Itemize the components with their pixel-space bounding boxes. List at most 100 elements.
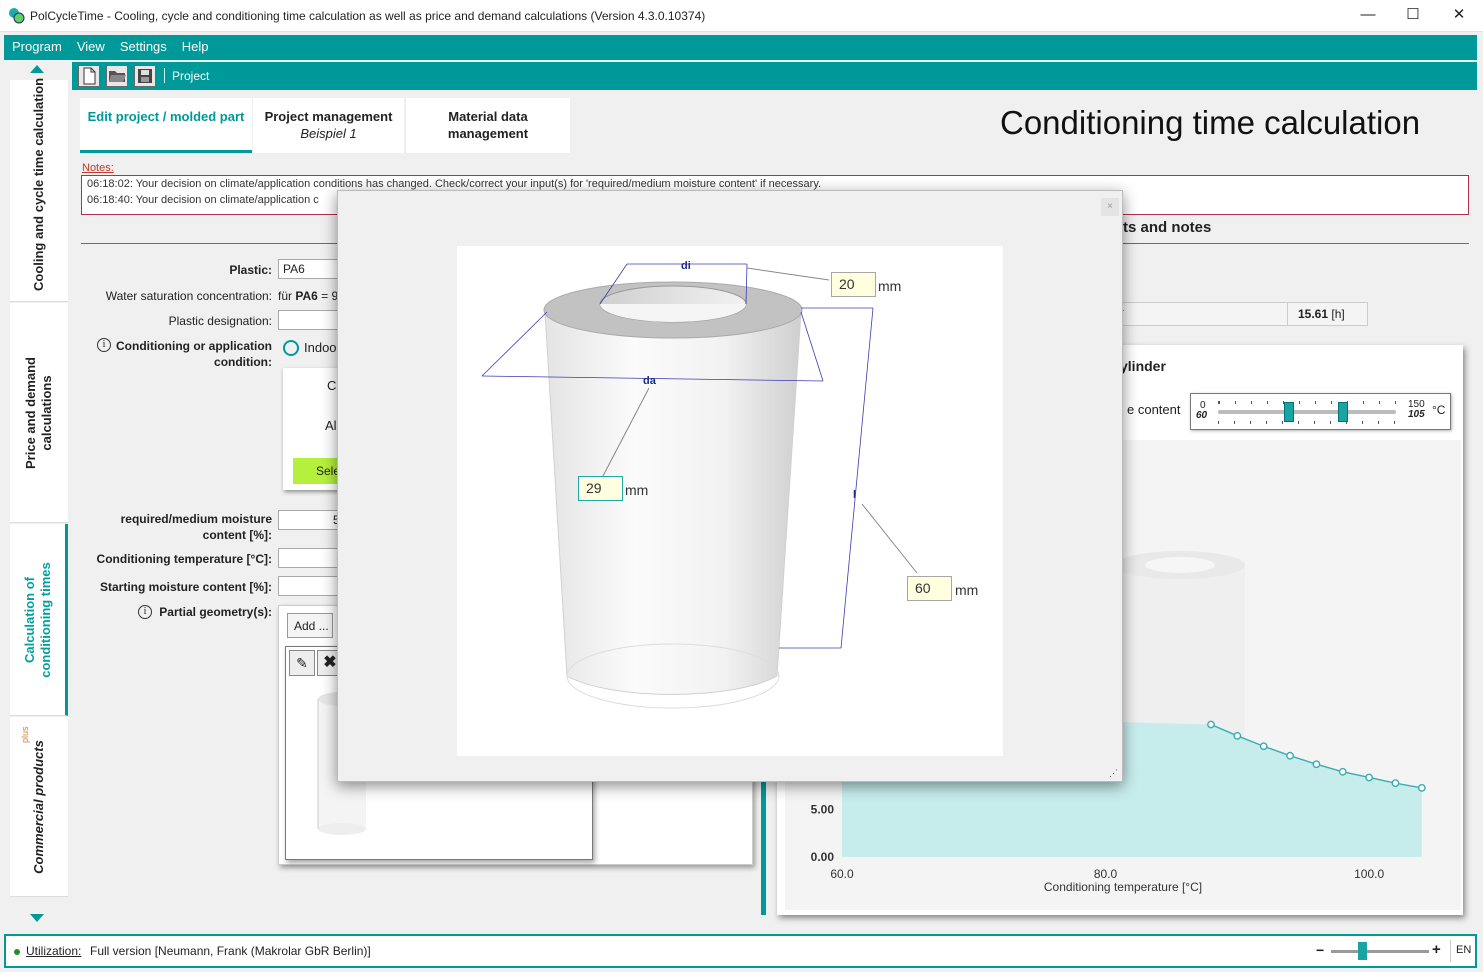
tab-material-data[interactable]: Material data management xyxy=(406,98,570,153)
add-geometry-button[interactable]: Add ... xyxy=(287,613,333,638)
utilization-link[interactable]: Utilization: xyxy=(26,944,81,958)
y-tick-label: 0.00 xyxy=(811,850,835,864)
slider-unit: °C xyxy=(1432,403,1446,417)
menu-help[interactable]: Help xyxy=(174,35,216,54)
zoom-slider-track[interactable] xyxy=(1331,950,1429,953)
dialog-close-icon[interactable]: × xyxy=(1101,198,1119,216)
condition-option-label: Indoo xyxy=(304,340,337,355)
toolbar-separator xyxy=(164,68,165,83)
da-unit: mm xyxy=(625,482,649,498)
slider-thumb-low[interactable] xyxy=(1284,402,1295,422)
nav-tab-price-label: Price and demand calculations xyxy=(23,356,54,469)
open-folder-icon[interactable] xyxy=(106,65,128,87)
di-dimension-label: di xyxy=(681,260,691,272)
geometry-image-area: di da l xyxy=(457,246,1003,756)
scroll-down-arrow-icon[interactable] xyxy=(30,914,44,922)
nav-tab-cooling-label: Cooling and cycle time calculation xyxy=(31,77,46,291)
save-icon[interactable] xyxy=(134,65,156,87)
content-label: e content xyxy=(1127,402,1181,417)
zoom-slider-thumb[interactable] xyxy=(1358,942,1367,960)
moisture-label: required/medium moisture content [%]: xyxy=(120,512,272,542)
chart-data-point xyxy=(1365,773,1374,782)
tab-project-management[interactable]: Project management Beispiel 1 xyxy=(253,98,404,153)
chart-data-point xyxy=(1207,720,1215,729)
di-unit: mm xyxy=(878,278,902,294)
chart-data-point xyxy=(1286,751,1294,760)
l-unit: mm xyxy=(955,582,979,598)
new-file-icon[interactable] xyxy=(78,65,100,87)
chart-data-point xyxy=(1312,760,1321,769)
panel-accent-bar xyxy=(761,780,766,915)
menu-settings[interactable]: Settings xyxy=(112,35,174,54)
nav-tab-cooling[interactable]: Cooling and cycle time calculation xyxy=(10,77,68,302)
zoom-in-icon[interactable]: + xyxy=(1432,941,1441,958)
chart-data-point xyxy=(1417,783,1426,792)
tab-edit-project-label: Edit project / molded part xyxy=(87,109,245,124)
edit-pencil-icon[interactable]: ✎ xyxy=(289,650,315,676)
partial-geometry-label: Partial geometry(s): xyxy=(159,605,272,619)
slider-max-value: 105 xyxy=(1408,409,1425,420)
l-input[interactable]: 60 xyxy=(907,576,952,601)
x-axis-label: Conditioning temperature [°C] xyxy=(1043,880,1203,894)
info-icon[interactable]: i xyxy=(97,338,111,352)
results-title: ts and notes xyxy=(1123,219,1212,236)
slider-thumb-high[interactable] xyxy=(1337,402,1348,422)
nav-tab-commercial-label: Commercial products xyxy=(31,739,46,874)
da-dimension-label: da xyxy=(643,375,657,387)
maximize-button[interactable]: ☐ xyxy=(1390,0,1436,32)
result-row: inder 15.61 [h] xyxy=(1098,302,1368,326)
page-title: Conditioning time calculation xyxy=(1000,104,1421,141)
tab-edit-project[interactable]: Edit project / molded part xyxy=(80,98,252,153)
language-selector[interactable]: EN xyxy=(1456,944,1471,956)
select-button[interactable]: Sele xyxy=(293,458,343,484)
plus-badge: plus xyxy=(20,726,30,743)
status-separator xyxy=(1450,940,1451,962)
nav-tab-commercial[interactable]: Commercial products plus xyxy=(10,717,68,897)
utilization-text: Full version [Neumann, Frank (Makrolar G… xyxy=(90,944,371,958)
l-dimension-label: l xyxy=(853,489,856,501)
chart-panel-title: ylinder xyxy=(1120,358,1166,374)
x-tick-label: 60.0 xyxy=(830,867,854,881)
hollow-cylinder-icon: di da l xyxy=(481,260,918,709)
left-navigation: Cooling and cycle time calculation Price… xyxy=(4,60,68,930)
toolbar: Project xyxy=(72,62,1477,90)
chart-data-point xyxy=(1391,779,1400,788)
plastic-label: Plastic: xyxy=(229,263,272,277)
nav-tab-price[interactable]: Price and demand calculations xyxy=(10,303,68,523)
zoom-out-icon[interactable]: − xyxy=(1316,942,1324,958)
results-divider xyxy=(1098,243,1469,244)
tab-material-data-label: Material data management xyxy=(447,109,529,141)
x-tick-label: 80.0 xyxy=(1094,867,1118,881)
x-tick-label: 100.0 xyxy=(1354,867,1384,881)
temperature-range-slider[interactable]: 0 60 150 105 °C xyxy=(1190,393,1451,430)
app-icon xyxy=(9,8,25,24)
menu-program[interactable]: Program xyxy=(4,35,69,54)
breadcrumb-project[interactable]: Project xyxy=(172,69,209,83)
chart-data-point xyxy=(1259,742,1268,751)
tab-project-management-sub: Beispiel 1 xyxy=(300,126,357,141)
nav-tab-conditioning-label: Calculation of conditioning times xyxy=(21,561,53,678)
menu-bar: Program View Settings Help xyxy=(4,35,1477,60)
info-icon[interactable]: i xyxy=(138,605,152,619)
condition-radio[interactable] xyxy=(283,340,299,356)
resize-grip-icon[interactable]: ⋰ xyxy=(1109,769,1119,779)
nav-tab-conditioning[interactable]: Calculation of conditioning times xyxy=(10,524,68,716)
minimize-button[interactable]: — xyxy=(1345,0,1391,32)
di-input[interactable]: 20 xyxy=(831,272,876,297)
slider-min-value: 60 xyxy=(1196,410,1208,421)
y-tick-label: 5.00 xyxy=(811,803,835,817)
da-input[interactable]: 29 xyxy=(578,476,623,501)
condition-popup: C Al Sele xyxy=(283,368,343,490)
menu-view[interactable]: View xyxy=(69,35,112,54)
starting-moisture-label: Starting moisture content [%]: xyxy=(99,580,272,594)
close-window-button[interactable]: ✕ xyxy=(1436,0,1482,32)
status-dot-icon xyxy=(14,949,20,955)
scroll-up-arrow-icon[interactable] xyxy=(30,65,44,73)
slider-track[interactable] xyxy=(1218,410,1396,414)
result-value: 15.61 [h] xyxy=(1287,303,1369,325)
plastic-designation-label: Plastic designation: xyxy=(168,314,272,328)
tab-project-management-label: Project management xyxy=(264,109,393,124)
condition-label: Conditioning or application condition: xyxy=(116,339,272,369)
water-saturation-value: für PA6 = 9 xyxy=(278,289,339,303)
water-saturation-label: Water saturation concentration: xyxy=(105,289,272,303)
